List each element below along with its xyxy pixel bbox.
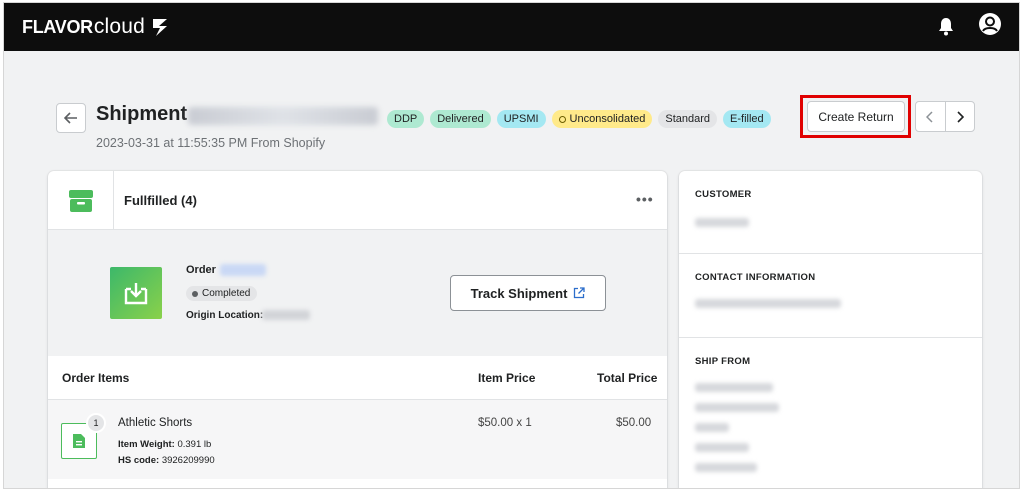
- status-dot-icon: [558, 115, 566, 123]
- contact-title: CONTACT INFORMATION: [695, 272, 816, 283]
- brand-logo-mark-icon: [153, 19, 168, 36]
- page-title: Shipment: [96, 103, 188, 125]
- top-bar: FLAVOR cloud: [4, 3, 1019, 51]
- track-shipment-label: Track Shipment: [470, 285, 568, 301]
- column-item-price: Item Price: [478, 371, 536, 385]
- chevron-right-icon: [957, 110, 964, 123]
- badge-ddp: DDP: [387, 110, 425, 128]
- brand-logo-light: cloud: [93, 15, 146, 38]
- origin-location-redacted: [262, 310, 310, 320]
- fulfillment-header: Fullfilled (4) •••: [48, 171, 667, 230]
- status-dot-icon: [192, 290, 198, 297]
- order-icon-tile: [110, 267, 162, 319]
- ship-from-line-redacted: [695, 403, 779, 412]
- details-sidebar: CUSTOMER CONTACT INFORMATION SHIP FROM: [679, 171, 982, 488]
- badge-unconsolidated: Unconsolidated: [551, 110, 653, 128]
- order-id-redacted[interactable]: [220, 264, 266, 276]
- create-return-button[interactable]: Create Return: [807, 101, 905, 132]
- badge-delivered: Delivered: [430, 110, 491, 128]
- app-frame: FLAVOR cloud Shipment DDP Delivered UPSM…: [3, 2, 1020, 489]
- fulfillment-card: Fullfilled (4) ••• Order Completed Origi…: [48, 171, 667, 488]
- column-total-price: Total Price: [597, 371, 658, 385]
- ship-from-line-redacted: [695, 463, 757, 472]
- customer-section: CUSTOMER: [679, 171, 982, 254]
- hs-label: HS code:: [118, 455, 160, 466]
- fulfillment-title: Fullfilled (4): [124, 193, 197, 208]
- column-order-items: Order Items: [62, 371, 130, 385]
- external-link-icon: [574, 287, 586, 299]
- badge-standard: Standard: [658, 110, 718, 128]
- previous-button[interactable]: [916, 102, 946, 131]
- fulfillment-icon-box: [48, 171, 114, 230]
- box-icon: [68, 189, 93, 212]
- contact-email-redacted: [695, 299, 841, 308]
- origin-location-label: Origin Location:: [186, 310, 264, 321]
- shipment-id-redacted: [188, 107, 378, 125]
- product-weight: Item Weight: 0.391 lb: [118, 439, 211, 450]
- bell-icon[interactable]: [937, 16, 955, 36]
- status-badges: DDP Delivered UPSMI Unconsolidated Stand…: [387, 110, 771, 128]
- order-status-badge: Completed: [186, 286, 258, 301]
- next-button[interactable]: [946, 102, 975, 131]
- product-name: Athletic Shorts: [118, 417, 193, 429]
- ship-from-section: SHIP FROM: [679, 338, 982, 488]
- weight-label: Item Weight:: [118, 439, 175, 450]
- back-button[interactable]: [56, 103, 86, 133]
- ship-from-line-redacted: [695, 443, 749, 452]
- order-label: Order: [186, 264, 216, 276]
- download-box-icon: [124, 283, 148, 305]
- back-arrow-icon: [64, 112, 77, 124]
- product-hs-code: HS code: 3926209990: [118, 455, 215, 466]
- weight-value: 0.391 lb: [177, 439, 212, 450]
- badge-carrier: UPSMI: [496, 110, 546, 128]
- hs-value: 3926209990: [161, 455, 215, 466]
- brand-logo-bold: FLAVOR: [22, 16, 93, 37]
- ship-from-title: SHIP FROM: [695, 356, 751, 367]
- pager: [915, 101, 975, 132]
- badge-unconsolidated-label: Unconsolidated: [569, 113, 646, 125]
- customer-name-redacted[interactable]: [695, 218, 749, 227]
- user-icon[interactable]: [978, 12, 1002, 36]
- document-icon: [73, 434, 85, 448]
- badge-efilled: E-filled: [723, 110, 771, 128]
- chevron-left-icon: [926, 110, 933, 123]
- brand-logo[interactable]: FLAVOR cloud: [22, 13, 173, 41]
- quantity-badge: 1: [86, 413, 106, 433]
- track-shipment-button[interactable]: Track Shipment: [450, 275, 606, 311]
- table-row: 1 Athletic Shorts Item Weight: 0.391 lb …: [48, 399, 667, 479]
- more-actions-button[interactable]: •••: [636, 191, 654, 207]
- shipment-subtitle: 2023-03-31 at 11:55:35 PM From Shopify: [96, 136, 326, 150]
- order-panel: Order Completed Origin Location: Track S…: [48, 230, 667, 356]
- customer-title: CUSTOMER: [695, 189, 752, 200]
- total-price: $50.00: [616, 417, 652, 429]
- ship-from-line-redacted: [695, 383, 773, 392]
- ship-from-line-redacted: [695, 423, 729, 432]
- contact-section: CONTACT INFORMATION: [679, 254, 982, 338]
- order-status-label: Completed: [202, 288, 251, 299]
- item-price: $50.00 x 1: [478, 417, 532, 429]
